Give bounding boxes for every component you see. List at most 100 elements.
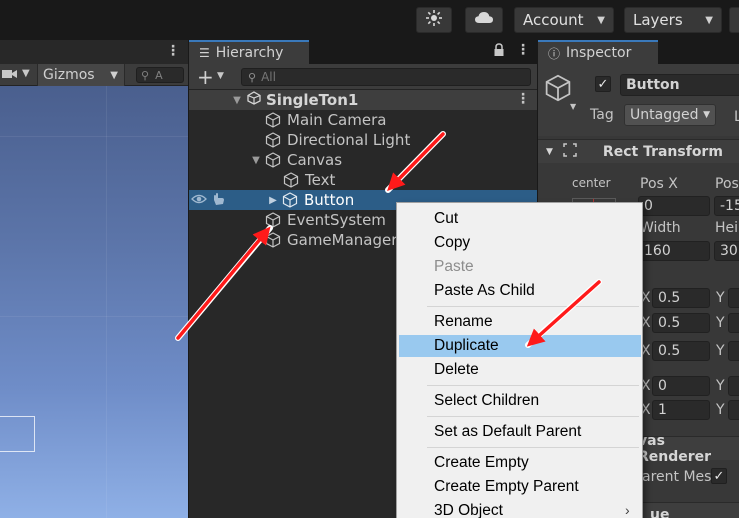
scene-panel: ⋮ ▼ Gizmos ▼ ⚲ A — [0, 40, 188, 518]
anchor-max-x-field[interactable]: 0.5 — [652, 313, 710, 333]
hierarchy-item-label: Button — [304, 191, 355, 209]
anchor-min-y-label: Y — [716, 290, 725, 306]
fold-open-icon[interactable]: ▼ — [250, 155, 262, 166]
scene-viewport[interactable] — [0, 86, 188, 518]
menu-item-label: Create Empty — [434, 454, 529, 471]
hierarchy-item-label: GameManager — [287, 231, 398, 249]
menu-item-cut[interactable]: Cut — [399, 208, 641, 230]
hierarchy-item-label: Main Camera — [287, 111, 387, 129]
anchor-max-y-field[interactable] — [728, 313, 739, 333]
menu-item-create-empty-parent[interactable]: Create Empty Parent — [399, 476, 641, 498]
scale-x-value: 1 — [658, 402, 667, 418]
search-icon: ⚲ — [248, 70, 257, 84]
tag-dropdown[interactable]: Untagged ▼ — [624, 104, 716, 126]
layer-label: L — [734, 109, 739, 125]
posx-field[interactable]: 0 — [638, 196, 710, 216]
gameobject-cube-icon[interactable] — [544, 74, 572, 106]
chevron-down-icon[interactable]: ▼ — [570, 102, 576, 111]
scene-name: SingleTon1 — [266, 91, 359, 109]
fold-closed-icon[interactable]: ▶ — [267, 195, 279, 206]
layers-dropdown[interactable]: Layers ▼ — [624, 7, 722, 33]
cull-transparent-checkbox[interactable]: ✓ — [711, 468, 727, 484]
fold-open-icon[interactable]: ▼ — [231, 95, 243, 106]
scale-y-field[interactable] — [728, 400, 739, 420]
active-checkbox[interactable]: ✓ — [595, 76, 611, 92]
menu-item-paste-as-child[interactable]: Paste As Child — [399, 280, 641, 302]
anchor-min-x-field[interactable]: 0.5 — [652, 288, 710, 308]
anchor-min-y-field[interactable] — [728, 288, 739, 308]
scene-root-row[interactable]: ▼ SingleTon1 ⋮ — [189, 90, 537, 110]
hierarchy-item-directional-light[interactable]: Directional Light — [189, 130, 537, 150]
scene-search-input[interactable]: ⚲ A — [136, 67, 184, 83]
menu-item-paste[interactable]: Paste — [399, 256, 641, 278]
posy-field[interactable]: -15 — [714, 196, 739, 216]
hierarchy-item-text[interactable]: Text — [189, 170, 537, 190]
scale-y-label: Y — [716, 402, 725, 418]
pivot-y-field[interactable] — [728, 341, 739, 361]
height-value: 30 — [720, 243, 738, 259]
rect-transform-icon — [563, 142, 577, 161]
search-icon: ⚲ — [141, 68, 150, 82]
scale-x-field[interactable]: 1 — [652, 400, 710, 420]
cloud-icon — [474, 10, 494, 30]
menu-item-duplicate[interactable]: Duplicate — [399, 335, 641, 357]
menu-item-copy[interactable]: Copy — [399, 232, 641, 254]
gameobject-cube-icon — [265, 232, 281, 248]
hierarchy-item-main-camera[interactable]: Main Camera — [189, 110, 537, 130]
menu-separator — [427, 447, 639, 448]
posy-label: Pos — [715, 176, 739, 192]
rotation-y-field[interactable] — [728, 376, 739, 396]
more-options-icon[interactable]: ⋮ — [516, 91, 530, 107]
posy-value: -15 — [720, 198, 739, 214]
hierarchy-search-input[interactable]: ⚲ — [241, 68, 531, 86]
services-button[interactable] — [416, 7, 452, 33]
tab-inspector[interactable]: ⓘ Inspector — [538, 40, 658, 64]
services-icon — [425, 9, 443, 31]
anchor-min-x-value: 0.5 — [658, 290, 681, 306]
width-field[interactable]: 160 — [638, 241, 710, 261]
cloud-button[interactable] — [465, 7, 503, 33]
chevron-down-icon[interactable]: ▼ — [22, 68, 30, 79]
menu-item-label: Select Children — [434, 392, 540, 409]
pivot-x-field[interactable]: 0.5 — [652, 341, 710, 361]
more-options-icon[interactable]: ⋮ — [166, 43, 180, 59]
height-field[interactable]: 30 — [714, 241, 739, 261]
pickable-hand-icon[interactable] — [211, 192, 225, 210]
dropdown-arrow-icon: ▼ — [705, 14, 713, 26]
visibility-eye-icon[interactable] — [191, 192, 207, 210]
hierarchy-tab-label: Hierarchy — [215, 45, 284, 61]
account-dropdown[interactable]: Account ▼ — [514, 7, 614, 33]
menu-item-select-children[interactable]: Select Children — [399, 390, 641, 412]
chevron-down-icon[interactable]: ▼ — [217, 71, 224, 81]
menu-item-delete[interactable]: Delete — [399, 359, 641, 381]
hierarchy-search-field[interactable] — [261, 70, 502, 84]
pivot-y-label: Y — [716, 343, 725, 359]
camera-icon[interactable] — [2, 68, 17, 80]
tag-value: Untagged — [630, 107, 699, 123]
dropdown-arrow-icon: ▼ — [597, 14, 605, 26]
next-component-title: ue — [650, 506, 670, 518]
gameobject-cube-icon — [283, 172, 299, 188]
menu-item-create-empty[interactable]: Create Empty — [399, 452, 641, 474]
tab-hierarchy[interactable]: ☰ Hierarchy — [189, 40, 309, 64]
anchor-max-y-label: Y — [716, 315, 725, 331]
object-name-field[interactable]: Button — [620, 74, 739, 96]
anchor-max-x-value: 0.5 — [658, 315, 681, 331]
menu-item-label: Duplicate — [434, 337, 499, 354]
gizmos-label: Gizmos — [43, 67, 95, 83]
hierarchy-item-canvas[interactable]: ▼ Canvas — [189, 150, 537, 170]
menu-item-label: Paste As Child — [434, 282, 535, 299]
scene-tab-strip: ⋮ — [0, 40, 188, 64]
submenu-arrow-icon: › — [625, 502, 630, 518]
lock-icon[interactable] — [493, 43, 505, 61]
more-options-icon[interactable]: ⋮ — [516, 42, 530, 58]
rotation-x-field[interactable]: 0 — [652, 376, 710, 396]
add-object-button[interactable]: + — [197, 65, 214, 89]
scene-toolbar: ▼ Gizmos ▼ ⚲ A — [0, 64, 188, 86]
menu-item-3d-object[interactable]: 3D Object › — [399, 500, 641, 518]
gizmos-dropdown[interactable]: Gizmos ▼ — [37, 64, 125, 86]
layout-dropdown[interactable] — [729, 7, 739, 33]
menu-item-rename[interactable]: Rename — [399, 311, 641, 333]
rect-transform-header[interactable]: ▼ Rect Transform — [538, 139, 739, 163]
menu-item-set-default-parent[interactable]: Set as Default Parent — [399, 421, 641, 443]
